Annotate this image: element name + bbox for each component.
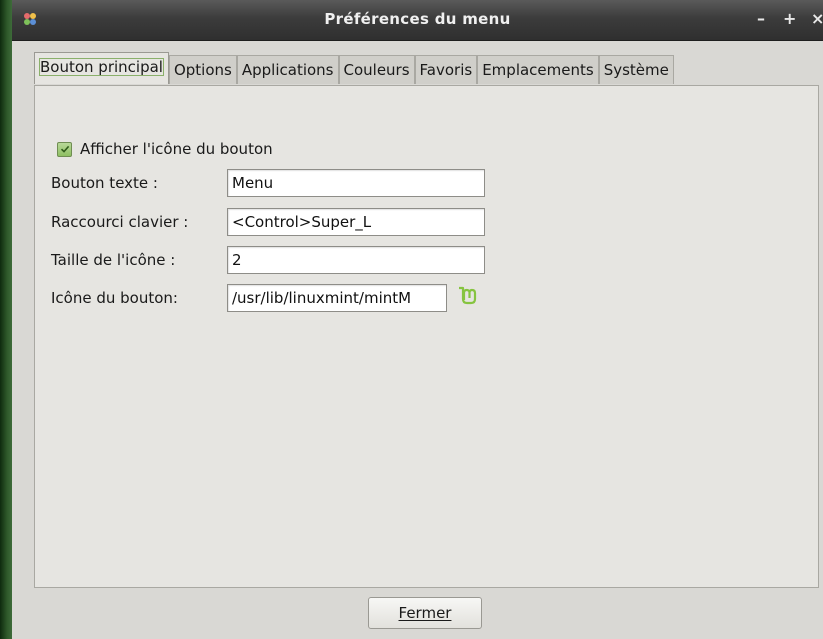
tab-panel: Afficher l'icône du bouton Bouton texte … bbox=[34, 85, 819, 588]
button-text-label: Bouton texte : bbox=[51, 174, 158, 192]
tab-bouton-principal[interactable]: Bouton principal bbox=[34, 52, 169, 84]
tab-emplacements[interactable]: Emplacements bbox=[477, 55, 599, 84]
icon-size-value: 2 bbox=[232, 251, 242, 269]
show-icon-checkbox[interactable] bbox=[57, 141, 72, 157]
show-icon-label: Afficher l'icône du bouton bbox=[80, 140, 273, 158]
tab-systeme[interactable]: Système bbox=[598, 55, 674, 84]
tab-applications[interactable]: Applications bbox=[236, 55, 339, 84]
tab-label: Bouton principal bbox=[39, 58, 164, 76]
icon-path-label: Icône du bouton: bbox=[51, 289, 178, 307]
tab-couleurs[interactable]: Couleurs bbox=[338, 55, 415, 84]
checkmark-icon bbox=[60, 145, 69, 153]
show-icon-option[interactable]: Afficher l'icône du bouton bbox=[57, 140, 273, 158]
close-dialog-label: Fermer bbox=[398, 604, 452, 622]
tab-favoris[interactable]: Favoris bbox=[414, 55, 478, 84]
desktop-edge bbox=[0, 0, 12, 639]
tab-options[interactable]: Options bbox=[168, 55, 237, 84]
close-button[interactable]: × bbox=[811, 9, 823, 28]
close-dialog-button[interactable]: Fermer bbox=[368, 597, 482, 629]
minimize-button[interactable]: – bbox=[755, 9, 767, 28]
preferences-window: Préférences du menu – + × Bouton princip… bbox=[12, 0, 823, 639]
title-bar[interactable]: Préférences du menu – + × bbox=[12, 0, 823, 41]
shortcut-label: Raccourci clavier : bbox=[51, 213, 189, 231]
tab-bar: Bouton principal Options Applications Co… bbox=[34, 51, 674, 85]
icon-path-input[interactable]: /usr/lib/linuxmint/mintM bbox=[227, 284, 447, 312]
window-title: Préférences du menu bbox=[324, 10, 511, 28]
dialog-body: Bouton principal Options Applications Co… bbox=[12, 41, 823, 639]
shortcut-input[interactable]: <Control>Super_L bbox=[227, 208, 485, 236]
linuxmint-logo-icon[interactable] bbox=[457, 286, 479, 306]
maximize-button[interactable]: + bbox=[783, 9, 796, 28]
icon-size-row: 2 ▲ ▼ bbox=[35, 246, 818, 274]
window-controls: – + × bbox=[755, 9, 823, 28]
icon-size-spinner[interactable]: 2 ▲ ▼ bbox=[227, 246, 485, 274]
button-text-input[interactable]: Menu bbox=[227, 169, 485, 197]
